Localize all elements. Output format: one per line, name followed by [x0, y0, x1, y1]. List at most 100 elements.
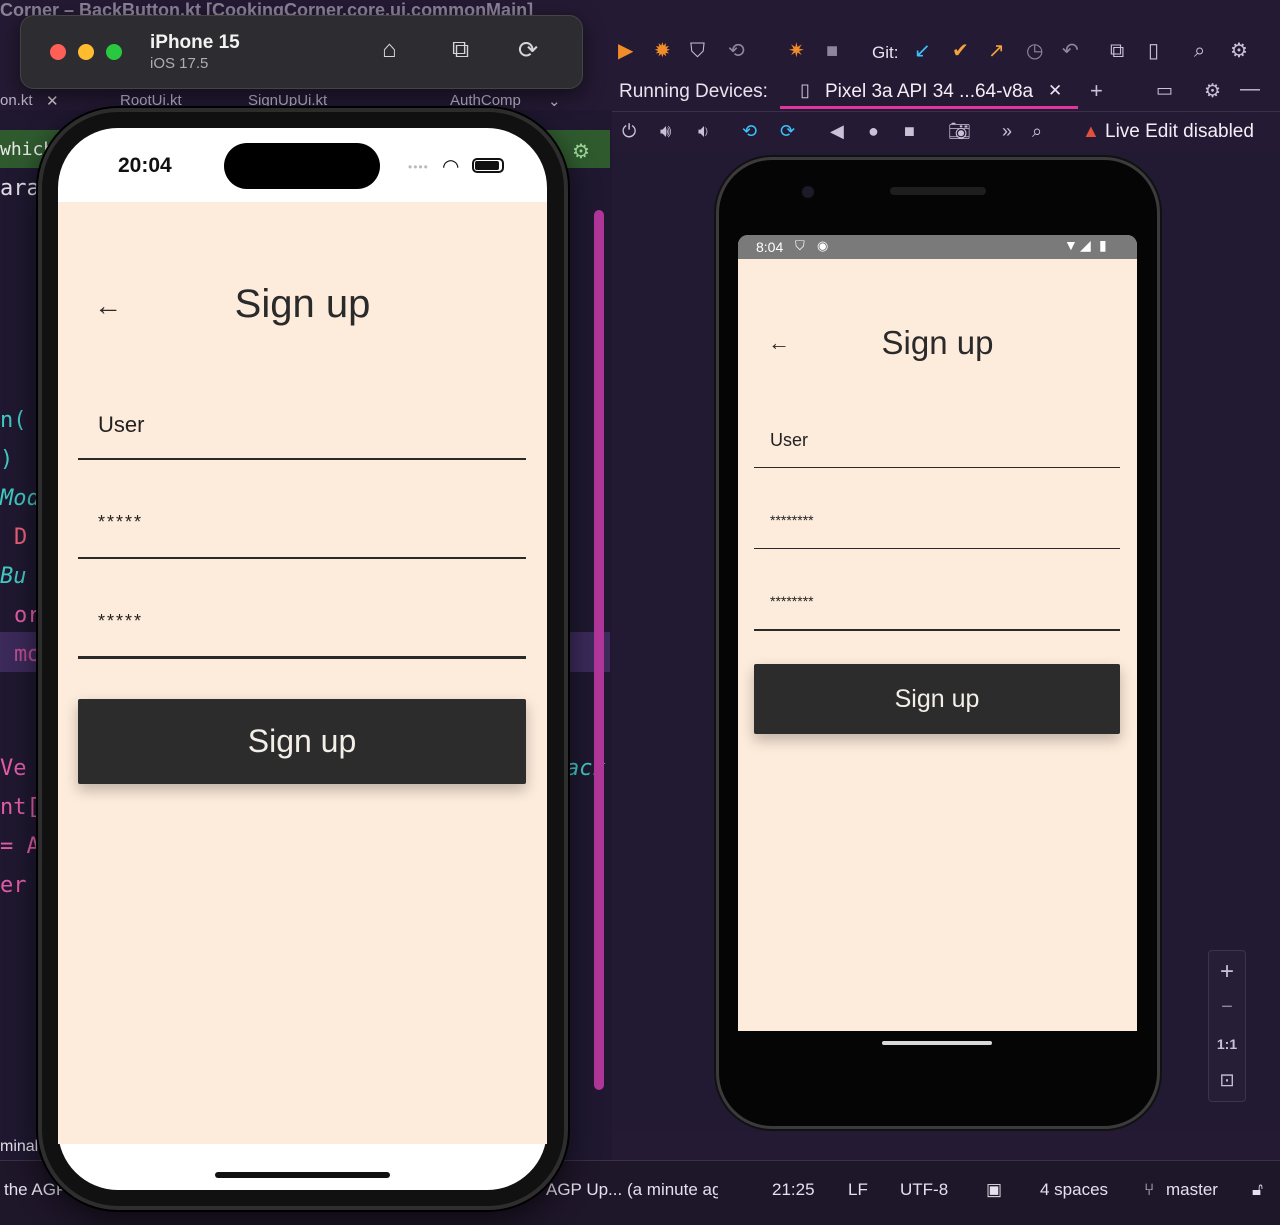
- code-fragment: Ve: [0, 756, 27, 781]
- phone-icon: ▯: [800, 80, 810, 100]
- editor-tab-authcomp[interactable]: AuthComp: [450, 92, 521, 109]
- panel-settings-icon[interactable]: ⚙: [1204, 80, 1221, 103]
- running-devices-label: Running Devices:: [619, 81, 768, 102]
- ios-status-time: 20:04: [118, 154, 172, 177]
- code-fragment: er: [0, 873, 27, 898]
- settings-icon[interactable]: ⚙: [1230, 40, 1248, 62]
- zoom-window-button[interactable]: [106, 44, 122, 60]
- front-camera: [802, 186, 814, 198]
- close-window-button[interactable]: [50, 44, 66, 60]
- code-fragment: mo: [14, 642, 41, 667]
- notification-icon[interactable]: ▣: [986, 1180, 1002, 1200]
- indentation[interactable]: 4 spaces: [1040, 1180, 1108, 1200]
- rollback-icon[interactable]: ↶: [1062, 40, 1079, 62]
- code-fragment: ): [0, 447, 14, 472]
- lock-icon[interactable]: 🔓︎: [1252, 1180, 1263, 1200]
- camera-icon[interactable]: 📷︎: [948, 121, 971, 142]
- cursor-position[interactable]: 21:25: [772, 1180, 815, 1200]
- zoom-out-button[interactable]: −: [1208, 996, 1246, 1019]
- git-commit-icon[interactable]: ✔: [952, 40, 969, 62]
- zoom-fit-icon[interactable]: ⊡: [1208, 1070, 1246, 1091]
- rotate-right-icon[interactable]: ⟳: [780, 121, 795, 142]
- git-push-icon[interactable]: ↗: [988, 40, 1005, 62]
- attach-icon[interactable]: ⟲: [728, 40, 745, 62]
- android-password-field[interactable]: ********: [770, 512, 814, 528]
- volume-up-icon[interactable]: 🔊︎: [660, 121, 671, 142]
- ios-confirm-underline: [78, 656, 526, 659]
- android-username-underline: [754, 467, 1120, 468]
- back-icon[interactable]: ◀: [830, 121, 844, 142]
- code-fragment: Mod: [0, 486, 40, 511]
- android-username-field[interactable]: User: [770, 430, 808, 451]
- android-confirm-underline: [754, 629, 1120, 631]
- editor-tab[interactable]: on.kt: [0, 92, 33, 109]
- code-fragment: or: [14, 603, 41, 628]
- chevron-down-icon[interactable]: ⌄: [548, 92, 561, 110]
- ios-confirm-password-field[interactable]: *****: [98, 611, 143, 632]
- history-icon[interactable]: ◷: [1026, 40, 1043, 62]
- android-confirm-password-field[interactable]: ********: [770, 593, 814, 609]
- home-indicator[interactable]: [215, 1172, 390, 1178]
- close-icon[interactable]: ✕: [46, 92, 59, 110]
- home-icon[interactable]: ⌂: [382, 36, 397, 64]
- ios-app-surface: [58, 202, 547, 1144]
- ios-page-title: Sign up: [234, 282, 371, 326]
- ide-toolbar: [612, 30, 1280, 72]
- signal-icon: ••••: [408, 160, 429, 174]
- screenshot-icon[interactable]: ⧉: [452, 36, 469, 64]
- volume-down-icon[interactable]: 🔉︎: [698, 121, 709, 142]
- code-fragment: ara: [0, 176, 40, 201]
- ios-password-underline: [78, 557, 526, 559]
- profile-icon[interactable]: ⛉: [690, 40, 705, 62]
- android-password-underline: [754, 548, 1120, 549]
- window-layout-icon[interactable]: ▭: [1156, 80, 1173, 101]
- zoom-in-button[interactable]: +: [1208, 958, 1246, 986]
- device-manager-icon[interactable]: ⧉: [1110, 40, 1124, 62]
- warning-icon: ▲: [1082, 121, 1100, 141]
- debug-icon[interactable]: ✹: [654, 40, 671, 62]
- overview-icon[interactable]: ■: [904, 121, 915, 142]
- zoom-actual-size-button[interactable]: 1:1: [1208, 1036, 1246, 1052]
- ios-username-underline: [78, 458, 526, 460]
- line-separator[interactable]: LF: [848, 1180, 868, 1200]
- battery-icon: ▮: [1099, 237, 1107, 253]
- android-gesture-bar[interactable]: [882, 1041, 992, 1045]
- add-device-icon[interactable]: +: [1090, 78, 1103, 104]
- minimize-window-button[interactable]: [78, 44, 94, 60]
- wifi-icon: ◠: [442, 156, 460, 178]
- rotate-icon[interactable]: ⟳: [518, 36, 538, 65]
- terminal-tab[interactable]: minal: [0, 1138, 38, 1156]
- ios-password-field[interactable]: *****: [98, 512, 143, 533]
- close-tab-icon[interactable]: ✕: [1048, 81, 1062, 101]
- stop-icon[interactable]: ■: [826, 40, 838, 62]
- rotate-left-icon[interactable]: ⟲: [742, 121, 757, 142]
- android-sign-up-button[interactable]: Sign up: [754, 664, 1120, 734]
- battery-icon: [472, 158, 504, 173]
- code-fragment: Bu: [0, 564, 27, 589]
- gear-icon[interactable]: ⚙: [572, 139, 590, 164]
- device-tab-label[interactable]: Pixel 3a API 34 ...64-v8a: [825, 81, 1033, 103]
- editor-tab-signupui[interactable]: SignUpUi.kt: [248, 92, 327, 109]
- git-update-icon[interactable]: ↙: [914, 40, 931, 62]
- ios-username-field[interactable]: User: [98, 412, 144, 438]
- editor-scrollbar[interactable]: [594, 210, 604, 1090]
- android-status-time: 8:04: [756, 239, 784, 255]
- running-devices-icon[interactable]: ▯: [1148, 40, 1159, 62]
- dynamic-island: [224, 143, 380, 189]
- search-icon[interactable]: ⌕: [1194, 40, 1205, 62]
- more-actions-icon[interactable]: »: [1002, 121, 1012, 142]
- power-icon[interactable]: ⏻: [622, 121, 636, 142]
- ios-sign-up-button[interactable]: Sign up: [78, 699, 526, 784]
- file-encoding[interactable]: UTF-8: [900, 1180, 948, 1200]
- run-icon[interactable]: ▶: [618, 40, 633, 62]
- simulator-os-version: iOS 17.5: [150, 55, 209, 72]
- home-button-icon[interactable]: ●: [868, 121, 879, 142]
- minimize-panel-icon[interactable]: —: [1240, 78, 1260, 101]
- git-label: Git:: [872, 43, 899, 62]
- layout-inspector-icon[interactable]: ⌕: [1032, 121, 1042, 142]
- apply-changes-icon[interactable]: ✷: [788, 40, 805, 62]
- git-branch[interactable]: master: [1166, 1180, 1218, 1200]
- status-agp-update[interactable]: AGP Up... (a minute ago: [546, 1180, 718, 1200]
- editor-tab-rootui[interactable]: RootUi.kt: [120, 92, 182, 109]
- live-edit-status[interactable]: Live Edit disabled: [1105, 121, 1254, 143]
